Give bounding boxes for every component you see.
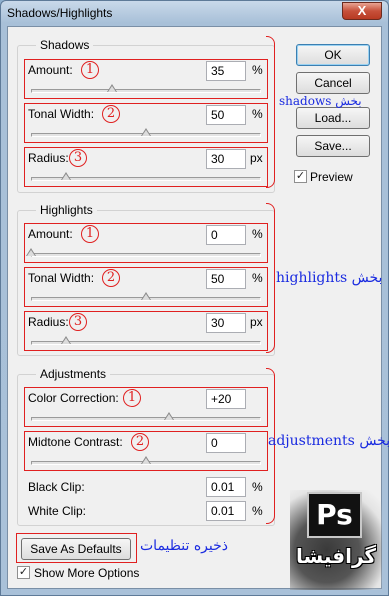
preview-checkbox[interactable]: ✓ [294,170,307,183]
save-button[interactable]: Save... [296,135,370,157]
annotation-number-2: 2 [102,105,120,123]
annotation-box-color-correction [24,387,268,427]
annotation-box-highlights-radius [24,311,268,351]
annotation-bracket-shadows [266,36,275,188]
title-bar[interactable]: Shadows/Highlights X [1,1,389,27]
white-clip-input[interactable]: 0.01 [206,501,246,521]
white-clip-label: White Clip: [28,504,87,518]
annotation-box-shadows-amount [24,59,268,99]
annotation-number-1: 1 [123,389,141,407]
annotation-box-highlights-amount [24,223,268,263]
load-button[interactable]: Load... [296,107,370,129]
annotation-box-save-defaults [16,533,137,563]
annotation-box-shadows-tonal-width [24,103,268,143]
window-title: Shadows/Highlights [7,6,113,20]
shadows-group-title: Shadows [36,38,94,52]
highlights-group-title: Highlights [36,203,97,217]
annotation-bracket-highlights [266,203,275,353]
annotation-highlights-note: highlights بخش [276,270,383,286]
close-button[interactable]: X [342,2,382,20]
show-more-options-checkbox[interactable]: ✓ [17,566,30,579]
show-more-options-label: Show More Options [34,566,140,580]
annotation-number-3: 3 [69,149,87,167]
photoshop-icon: Ps [307,492,362,538]
grafisha-logo: Ps گرافیشا [290,490,382,590]
cancel-button[interactable]: Cancel [296,72,370,94]
annotation-defaults-note: ذخیره تنظیمات [140,538,228,554]
annotation-number-3: 3 [69,313,87,331]
black-clip-label: Black Clip: [28,480,85,494]
black-clip-input[interactable]: 0.01 [206,477,246,497]
adjustments-group-title: Adjustments [36,367,111,381]
black-clip-unit: % [252,480,263,494]
preview-label: Preview [310,170,353,184]
ok-button[interactable]: OK [296,44,370,66]
annotation-box-highlights-tonal-width [24,267,268,307]
logo-text: گرافیشا [295,544,377,568]
annotation-number-2: 2 [102,269,120,287]
annotation-number-2: 2 [131,433,149,451]
annotation-number-1: 1 [81,61,99,79]
annotation-box-shadows-radius [24,147,268,187]
annotation-adjustments-note: adjustments بخش [268,433,389,449]
annotation-shadows-note: shadows بخش [279,94,362,108]
white-clip-unit: % [252,504,263,518]
annotation-number-1: 1 [81,225,99,243]
